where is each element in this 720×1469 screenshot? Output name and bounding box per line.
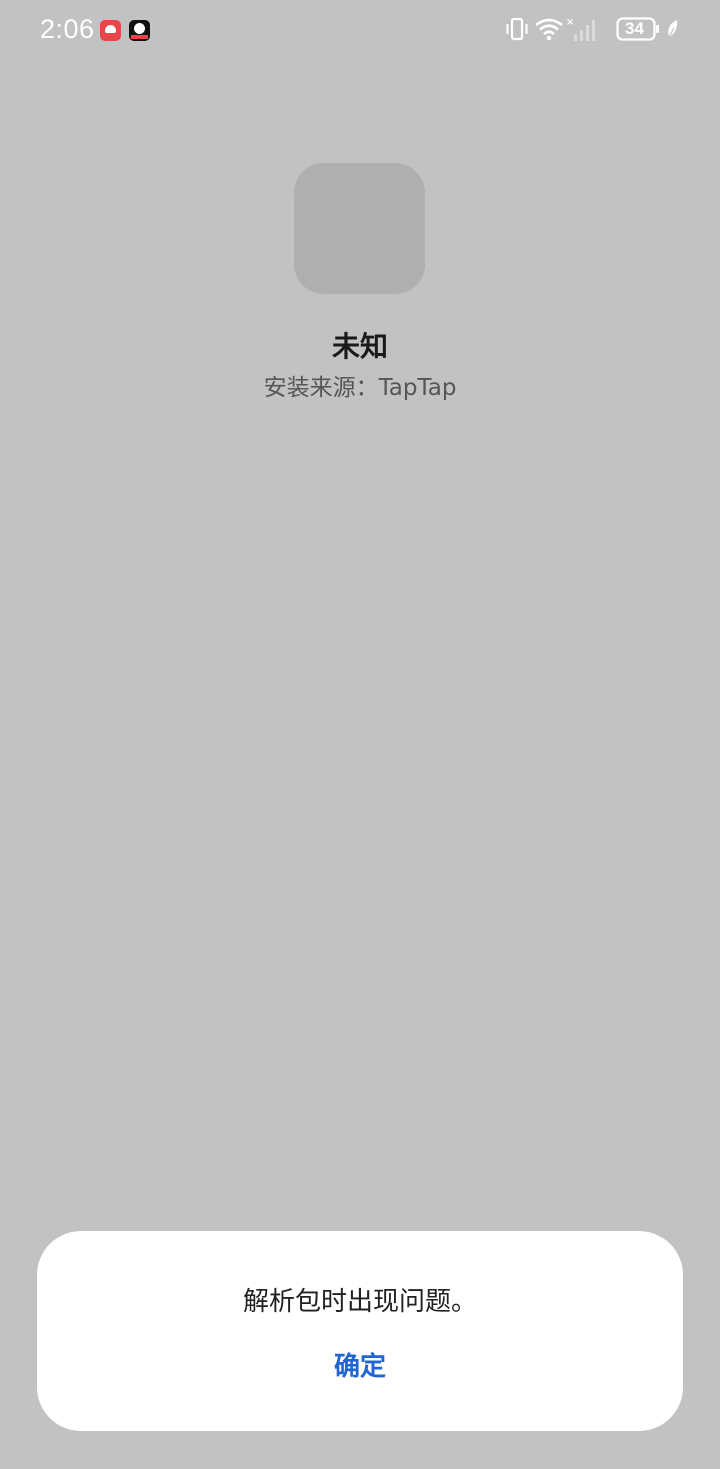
huawei-notification-icon (100, 20, 121, 41)
package-installer-screen: 2:06 × 34 未知 安装来源：TapTap 解析包时出现问题。 确定 (0, 0, 720, 1469)
svg-text:×: × (566, 17, 574, 28)
app-icon-placeholder (294, 163, 425, 294)
error-dialog: 解析包时出现问题。 确定 (37, 1231, 683, 1431)
battery-level: 34 (625, 19, 644, 38)
confirm-button[interactable]: 确定 (295, 1343, 425, 1391)
app-name: 未知 (331, 330, 388, 363)
battery-icon: 34 (616, 16, 660, 46)
signal-icon: × (566, 16, 598, 48)
wifi-icon (534, 16, 564, 46)
dialog-message: 解析包时出现问题。 (242, 1287, 477, 1317)
status-time: 2:06 (40, 14, 95, 44)
vibrate-icon (504, 16, 530, 46)
app-notification-icon (129, 20, 150, 41)
install-source: 安装来源：TapTap (263, 375, 457, 401)
status-bar: 2:06 × 34 (0, 0, 720, 62)
leaf-icon (666, 16, 680, 46)
